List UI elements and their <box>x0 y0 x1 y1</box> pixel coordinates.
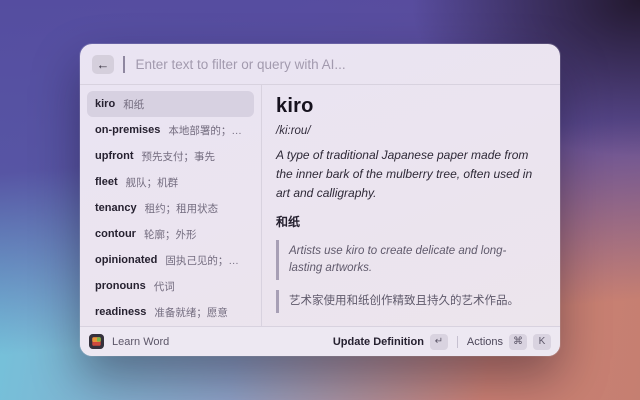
word-label: tenancy <box>95 202 137 214</box>
word-label: on-premises <box>95 124 161 136</box>
footer-actions: Update Definition ↵ Actions ⌘ K <box>332 333 551 350</box>
example-english: Artists use kiro to create delicate and … <box>276 239 544 281</box>
k-key-icon: K <box>533 333 551 350</box>
pronunciation: /ki:rou/ <box>276 125 311 137</box>
search-input[interactable] <box>133 55 548 73</box>
word-label: opinionated <box>95 254 158 266</box>
word-translation: 租约；租用状态 <box>144 202 219 215</box>
desktop: { "searchbar": { "placeholder": "Enter t… <box>0 0 640 400</box>
list-item-contour[interactable]: contour 轮廓；外形 <box>87 221 254 247</box>
word-translation: 本地部署的；在场所内的 <box>168 124 246 137</box>
app-chip[interactable]: Learn Word <box>89 334 169 349</box>
definition-panel: kiro /ki:rou/ A type of traditional Japa… <box>262 85 560 326</box>
list-item-readiness[interactable]: readiness 准备就绪；愿意 <box>87 299 254 325</box>
entry-title: kiro <box>276 95 314 117</box>
app-name: Learn Word <box>112 335 170 348</box>
list-item-tenancy[interactable]: tenancy 租约；租用状态 <box>87 195 254 221</box>
list-item-upfront[interactable]: upfront 预先支付；事先 <box>87 143 254 169</box>
footer-divider <box>456 335 458 348</box>
word-translation: 预先支付；事先 <box>141 150 215 163</box>
list-item-kiro[interactable]: kiro 和纸 <box>87 91 254 117</box>
definition-text: A type of traditional Japanese paper mad… <box>276 148 533 201</box>
word-label: fleet <box>95 176 118 188</box>
back-arrow-icon: ← <box>96 56 110 72</box>
actions-label: Actions <box>466 335 503 348</box>
learn-word-window: ← kiro 和纸 on-premises 本地部署的；在场所内的 upfron… <box>80 44 560 356</box>
example-chinese: 艺术家使用和纸创作精致且持久的艺术作品。 <box>276 290 544 314</box>
command-key-icon: ⌘ <box>509 333 527 350</box>
list-item-opinionated[interactable]: opinionated 固执己见的；有主见的 <box>87 247 254 273</box>
word-translation: 轮廓；外形 <box>143 228 197 241</box>
text-cursor <box>123 55 125 73</box>
search-bar: ← <box>80 44 560 85</box>
word-translation: 固执己见的；有主见的 <box>165 254 246 267</box>
update-definition-button[interactable]: Update Definition ↵ <box>332 333 448 350</box>
learn-word-app-icon <box>89 334 104 349</box>
back-button[interactable]: ← <box>92 54 114 74</box>
word-label: kiro <box>95 98 116 110</box>
word-translation: 代词 <box>153 280 175 293</box>
return-key-icon: ↵ <box>429 333 448 350</box>
translation-heading: 和纸 <box>276 214 301 229</box>
word-list: kiro 和纸 on-premises 本地部署的；在场所内的 upfront … <box>80 85 262 326</box>
word-translation: 准备就绪；愿意 <box>154 306 228 319</box>
word-translation: 舰队；机群 <box>125 176 179 189</box>
word-label: pronouns <box>95 280 146 292</box>
word-label: contour <box>95 228 136 240</box>
list-item-on-premises[interactable]: on-premises 本地部署的；在场所内的 <box>87 117 254 143</box>
list-item-fleet[interactable]: fleet 舰队；机群 <box>87 169 254 195</box>
actions-button[interactable]: Actions ⌘ K <box>466 333 551 350</box>
update-definition-label: Update Definition <box>332 335 424 348</box>
list-item-pronouns[interactable]: pronouns 代词 <box>87 273 254 299</box>
word-translation: 和纸 <box>123 98 145 111</box>
word-label: readiness <box>95 306 147 318</box>
action-bar: Learn Word Update Definition ↵ Actions ⌘… <box>80 326 560 356</box>
content-area: kiro 和纸 on-premises 本地部署的；在场所内的 upfront … <box>80 85 560 326</box>
word-label: upfront <box>95 150 134 162</box>
